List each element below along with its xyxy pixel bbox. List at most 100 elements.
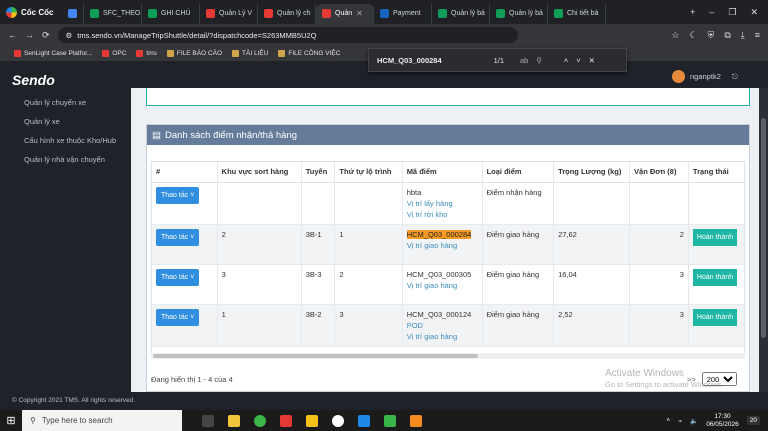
site-info-icon[interactable]: ⚙ (66, 31, 73, 40)
star-icon[interactable]: ☆ (671, 30, 679, 41)
close-window-icon[interactable]: ✕ (750, 7, 758, 18)
column-header: Vận Đơn (8) (629, 162, 689, 183)
notification-badge[interactable]: 20 (746, 416, 760, 425)
close-tab-icon[interactable]: ✕ (356, 9, 363, 18)
action-button[interactable]: Thao tác ˅ (156, 308, 200, 326)
sendo-logo: Sendo (12, 72, 55, 88)
location-link[interactable]: Vị trí lấy hàng (407, 199, 453, 208)
status-badge: Hoàn thành (692, 308, 738, 326)
horizontal-scrollbar[interactable] (151, 353, 745, 359)
point-code: HCM_Q03_000284 (406, 229, 472, 239)
location-link[interactable]: Vị trí giao hàng (407, 241, 457, 250)
coccoc-taskbar-icon[interactable] (254, 414, 266, 427)
action-button[interactable]: Thao tác ˅ (156, 228, 200, 246)
action-label: Thao tác (161, 313, 189, 321)
tray-chevron-icon[interactable]: ˄ (666, 417, 670, 424)
top-card (146, 88, 750, 106)
user-menu[interactable]: nganptk2 ⎋ (672, 70, 738, 83)
browser-tab[interactable]: Quản lý bả (490, 3, 548, 24)
windows-start-icon[interactable]: ⊞ (0, 414, 22, 427)
table-cell: 2 (334, 264, 403, 305)
location-link[interactable]: Vị trí rời kho (407, 210, 448, 219)
windows-taskbar: ⊞ ⚲ Type here to search ˄ ⌁ 🔈 17:30 06/0… (0, 410, 768, 431)
table-cell: HCM_Q03_000124 POD Vị trí giao hàng (402, 304, 483, 347)
find-bar: HCM_Q03_000284 1/1 ab ⚲ ˄ ˅ ✕ (368, 48, 627, 72)
taskbar-search-placeholder: Type here to search (41, 416, 113, 425)
url-field[interactable]: ⚙ tms.sendo.vn/ManageTripShuttle/detail/… (57, 27, 518, 43)
tab-favicon-icon (148, 9, 157, 18)
browser-tab[interactable]: Quản lý ch (258, 3, 316, 24)
sidebar-item-hub-config[interactable]: Cấu hình xe thuộc Kho/Hub (24, 136, 116, 145)
logout-icon[interactable]: ⎋ (732, 72, 738, 82)
table-cell: Điểm giao hàng (482, 264, 555, 305)
bookmark-icon (14, 50, 21, 57)
location-link[interactable]: Vị trí giao hàng (407, 281, 457, 290)
bookmark-item[interactable]: OPC (102, 50, 126, 57)
orange-app-icon[interactable] (410, 414, 422, 427)
browser-tab[interactable]: Payment (374, 3, 432, 24)
find-close-icon[interactable]: ✕ (589, 56, 595, 65)
sticky-notes-icon[interactable] (306, 414, 318, 427)
browser-tab[interactable] (62, 3, 84, 24)
sort-area: 1 (221, 309, 226, 319)
taskbar-search[interactable]: ⚲ Type here to search (22, 410, 182, 431)
table-cell: 3 (629, 304, 689, 347)
volume-icon[interactable]: 🔈 (690, 417, 698, 425)
shield-icon[interactable]: ⛨ (708, 30, 715, 41)
download-icon[interactable]: ⤓ (741, 30, 745, 41)
table-cell: 3B-1 (301, 224, 336, 265)
tab-label: SFC_THEO (103, 10, 141, 17)
chrome-like-icon[interactable] (332, 414, 344, 427)
reload-icon[interactable]: ⟳ (42, 30, 50, 41)
restore-icon[interactable]: ❐ (728, 7, 736, 18)
bookmark-item[interactable]: FILE BÁO CÁO (166, 50, 222, 57)
green-app-icon[interactable] (384, 414, 396, 427)
extensions-icon[interactable]: ⧉ (724, 30, 730, 41)
bookmark-item[interactable]: TÀI LIỆU (232, 50, 268, 57)
page-footer: © Copyright 2021 TMS. All rights reserve… (0, 392, 768, 410)
sidebar-item-vehicles[interactable]: Quản lý xe (24, 117, 60, 126)
browser-tab[interactable]: GHI CHÚ (142, 3, 200, 24)
bookmark-label: FILE CÔNG VIỆC (288, 50, 341, 57)
points-panel: ▤ Danh sách điểm nhận/thả hàng # Khu vực … (146, 124, 750, 392)
minimize-icon[interactable]: – (709, 7, 714, 18)
forward-icon[interactable]: → (25, 30, 34, 40)
find-options-icon[interactable]: ⚲ (536, 56, 542, 65)
bookmark-item[interactable]: SenLight Case Platfor... (14, 50, 92, 57)
new-tab-icon[interactable]: + (690, 7, 695, 18)
task-view-icon[interactable] (202, 414, 214, 427)
bookmark-item[interactable]: tms (136, 50, 157, 57)
location-link[interactable]: POD (407, 321, 423, 330)
bookmark-icon (136, 50, 144, 57)
network-icon[interactable]: ⌁ (678, 417, 682, 425)
menu-icon[interactable]: ≡ (755, 30, 760, 41)
find-input[interactable]: HCM_Q03_000284 (377, 56, 472, 65)
zalo-icon[interactable] (358, 414, 370, 427)
bookmark-item[interactable]: FILE CÔNG VIỆC (278, 50, 340, 57)
browser-tab[interactable]: Quản lý bả (432, 3, 490, 24)
clock[interactable]: 17:30 06/05/2026 (706, 413, 739, 429)
browser-tab[interactable]: Chi tiết bả (548, 3, 606, 24)
file-explorer-icon[interactable] (228, 414, 240, 427)
location-link[interactable]: Vị trí giao hàng (407, 332, 457, 341)
sidebar-item-trips[interactable]: Quản lý chuyến xe (24, 98, 86, 107)
table-cell: HCM_Q03_000284 Vị trí giao hàng (402, 224, 483, 265)
panel-header: ▤ Danh sách điểm nhận/thả hàng (147, 125, 749, 145)
wps-icon[interactable] (280, 414, 292, 427)
find-prev-icon[interactable]: ˄ (564, 56, 568, 65)
sidebar-item-carriers[interactable]: Quản lý nhà vận chuyển (24, 155, 105, 164)
browser-tab[interactable]: Quản ✕ (316, 3, 374, 24)
back-icon[interactable]: ← (8, 30, 17, 40)
tab-favicon-icon (496, 9, 505, 18)
bookmark-icon (232, 50, 240, 57)
vertical-scrollbar[interactable] (759, 88, 768, 392)
moon-icon[interactable]: ☾ (689, 30, 697, 41)
action-button[interactable]: Thao tác ˅ (156, 186, 200, 204)
match-case-icon[interactable]: ab (520, 56, 528, 65)
table-cell: 27,62 (553, 224, 631, 265)
browser-tab[interactable]: Quản Lý V (200, 3, 258, 24)
find-next-icon[interactable]: ˅ (576, 56, 580, 65)
browser-tab[interactable]: SFC_THEO (84, 3, 142, 24)
column-header: Thứ tự lộ trình (334, 162, 403, 183)
action-button[interactable]: Thao tác ˅ (156, 268, 200, 286)
